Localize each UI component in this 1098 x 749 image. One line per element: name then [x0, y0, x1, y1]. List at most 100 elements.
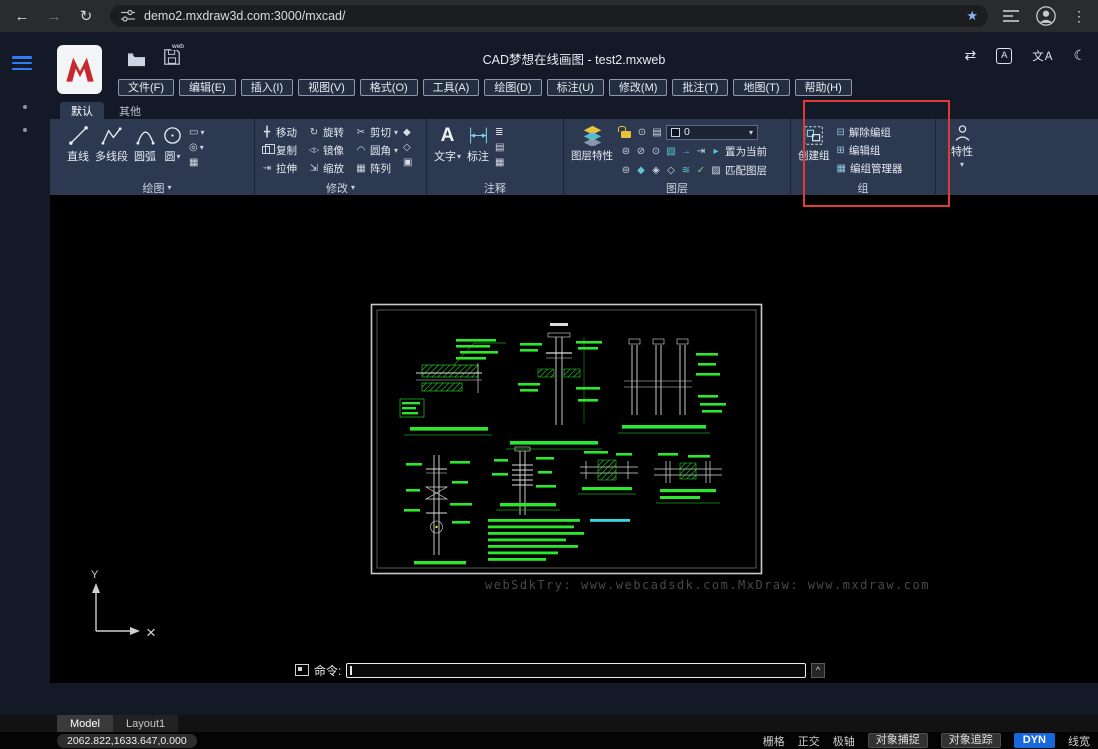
- layer-tool-icon[interactable]: ◆: [635, 165, 647, 176]
- layer-tool-icon[interactable]: ▧: [665, 146, 677, 157]
- donut-tool-button[interactable]: ◎ ▾: [189, 141, 204, 153]
- scan-translate-icon[interactable]: A: [996, 48, 1012, 64]
- layer-tool-icon[interactable]: ⊘: [635, 146, 647, 157]
- layer-tool-icon[interactable]: ⊜: [620, 165, 632, 176]
- layer-properties-button[interactable]: 图层特性: [568, 123, 616, 165]
- table-tool-button[interactable]: ▦: [495, 156, 504, 168]
- rectangle-tool-button[interactable]: ▭ ▾: [189, 126, 204, 138]
- layer-tool-icon[interactable]: ⇥: [695, 146, 707, 157]
- sync-swap-icon[interactable]: ⇄: [965, 47, 977, 64]
- offset-tool-button[interactable]: ◇: [403, 141, 412, 153]
- layer-tool-icon[interactable]: ≋: [680, 165, 692, 176]
- polyline-button[interactable]: 多线段: [92, 123, 131, 166]
- dark-mode-moon-icon[interactable]: ☾: [1073, 47, 1086, 64]
- rotate-button[interactable]: ↻ 旋转: [306, 125, 353, 140]
- menu-edit-button[interactable]: 编辑(E): [179, 79, 236, 96]
- menu-format-button[interactable]: 格式(O): [360, 79, 418, 96]
- forward-icon[interactable]: →: [44, 8, 64, 25]
- layer-tool-icon[interactable]: →: [680, 146, 692, 157]
- hatch-tool-button[interactable]: ▦: [189, 156, 204, 168]
- toggle-otrack[interactable]: 对象追踪: [941, 733, 1001, 748]
- arc-button[interactable]: 圆弧: [131, 123, 159, 166]
- dimension-button[interactable]: 标注: [464, 123, 492, 166]
- app-logo[interactable]: [57, 45, 102, 94]
- chevron-down-icon[interactable]: ▾: [960, 160, 964, 169]
- explode-tool-button[interactable]: ◆: [403, 126, 412, 138]
- layer-tool-icon[interactable]: ✓: [695, 165, 707, 176]
- side-panel-icon[interactable]: [1002, 9, 1020, 23]
- properties-label[interactable]: 特性: [951, 143, 973, 159]
- mirror-button[interactable]: ◁▷ 镜像: [306, 143, 353, 158]
- set-current-layer-button[interactable]: ▸ 置为当前: [710, 144, 767, 159]
- menu-tools-button[interactable]: 工具(A): [423, 79, 480, 96]
- layer-tool-icon[interactable]: ◇: [665, 165, 677, 176]
- command-expand-button[interactable]: ^: [811, 663, 825, 678]
- panel-draw-label[interactable]: 绘图 ▾: [64, 180, 250, 195]
- layer-tool-icon[interactable]: ⊜: [620, 146, 632, 157]
- layer-list-icon[interactable]: ▤: [651, 127, 663, 138]
- tab-default[interactable]: 默认: [60, 102, 104, 119]
- command-window-icon[interactable]: [295, 664, 309, 676]
- group-manager-button[interactable]: ▦ 编组管理器: [837, 160, 903, 177]
- hamburger-menu-icon[interactable]: [12, 56, 32, 70]
- toggle-ortho[interactable]: 正交: [798, 733, 820, 749]
- toggle-lineweight[interactable]: 线宽: [1068, 733, 1090, 749]
- tab-model[interactable]: Model: [57, 715, 113, 732]
- command-input-box[interactable]: [346, 663, 806, 678]
- menu-annotate-button[interactable]: 批注(T): [672, 79, 728, 96]
- copy-button[interactable]: 复制: [259, 143, 306, 158]
- properties-person-icon[interactable]: [953, 123, 972, 142]
- leader-tool-button[interactable]: ▤: [495, 141, 504, 153]
- toggle-dyn[interactable]: DYN: [1014, 733, 1055, 748]
- unlock-icon[interactable]: [621, 131, 631, 138]
- panel-group-label[interactable]: 组: [795, 180, 931, 195]
- drawing-canvas[interactable]: webSdkTry: www.webcadsdk.com.MxDraw: www…: [50, 195, 1098, 683]
- menu-view-button[interactable]: 视图(V): [298, 79, 355, 96]
- tab-layout1[interactable]: Layout1: [113, 715, 178, 732]
- profile-avatar-icon[interactable]: [1035, 5, 1057, 27]
- line-button[interactable]: 直线: [64, 123, 92, 166]
- menu-file-button[interactable]: 文件(F): [118, 79, 174, 96]
- circle-button[interactable]: 圆 ▾: [159, 123, 186, 166]
- create-group-button[interactable]: 创建组: [795, 123, 833, 165]
- toggle-osnap[interactable]: 对象捕捉: [868, 733, 928, 748]
- translate-icon[interactable]: 文A: [1032, 48, 1053, 64]
- panel-layer-label[interactable]: 图层: [568, 180, 786, 195]
- site-settings-icon[interactable]: [120, 9, 136, 23]
- url-text[interactable]: demo2.mxdraw3d.com:3000/mxcad/: [144, 9, 958, 23]
- mtext-tool-button[interactable]: ≣: [495, 126, 504, 138]
- move-button[interactable]: ╋ 移动: [259, 125, 306, 140]
- menu-insert-button[interactable]: 插入(I): [241, 79, 293, 96]
- layer-tool-icon[interactable]: ◈: [650, 165, 662, 176]
- address-bar[interactable]: demo2.mxdraw3d.com:3000/mxcad/ ★: [110, 5, 988, 27]
- ungroup-button[interactable]: ⊟ 解除编组: [837, 124, 903, 141]
- bookmark-star-icon[interactable]: ★: [966, 8, 978, 24]
- reload-icon[interactable]: ↻: [76, 7, 96, 25]
- toggle-polar[interactable]: 极轴: [833, 733, 855, 749]
- command-input[interactable]: [347, 664, 805, 677]
- scale-button[interactable]: ⇲ 缩放: [306, 161, 353, 176]
- layer-tool-icon[interactable]: ⊙: [650, 146, 662, 157]
- erase-tool-button[interactable]: ▣: [403, 156, 412, 168]
- back-icon[interactable]: ←: [12, 8, 32, 25]
- layer-isolate-icon[interactable]: ⊙: [636, 127, 648, 138]
- browser-menu-icon[interactable]: ⋮: [1072, 8, 1086, 25]
- edit-group-button[interactable]: ⊞ 编辑组: [837, 142, 903, 159]
- layer-color-select[interactable]: 0 ▾: [666, 125, 758, 140]
- array-button[interactable]: ▦ 阵列: [353, 161, 400, 176]
- toggle-grid[interactable]: 栅格: [763, 733, 785, 749]
- menu-draw-button[interactable]: 绘图(D): [484, 79, 541, 96]
- trim-button[interactable]: ✂ 剪切 ▾: [353, 125, 400, 140]
- stretch-button[interactable]: ⇥ 拉伸: [259, 161, 306, 176]
- menu-map-button[interactable]: 地图(T): [733, 79, 789, 96]
- menu-help-button[interactable]: 帮助(H): [795, 79, 852, 96]
- panel-annotate-label[interactable]: 注释: [431, 180, 559, 195]
- fillet-button[interactable]: ◠ 圆角 ▾: [353, 143, 400, 158]
- panel-modify-label[interactable]: 修改 ▾: [259, 180, 422, 195]
- cad-drawing[interactable]: [370, 303, 763, 575]
- text-button[interactable]: A 文字 ▾: [431, 123, 464, 166]
- match-layer-button[interactable]: ▨ 匹配图层: [710, 163, 767, 178]
- tab-other[interactable]: 其他: [108, 102, 152, 119]
- menu-dimension-button[interactable]: 标注(U): [547, 79, 604, 96]
- menu-modify-button[interactable]: 修改(M): [609, 79, 668, 96]
